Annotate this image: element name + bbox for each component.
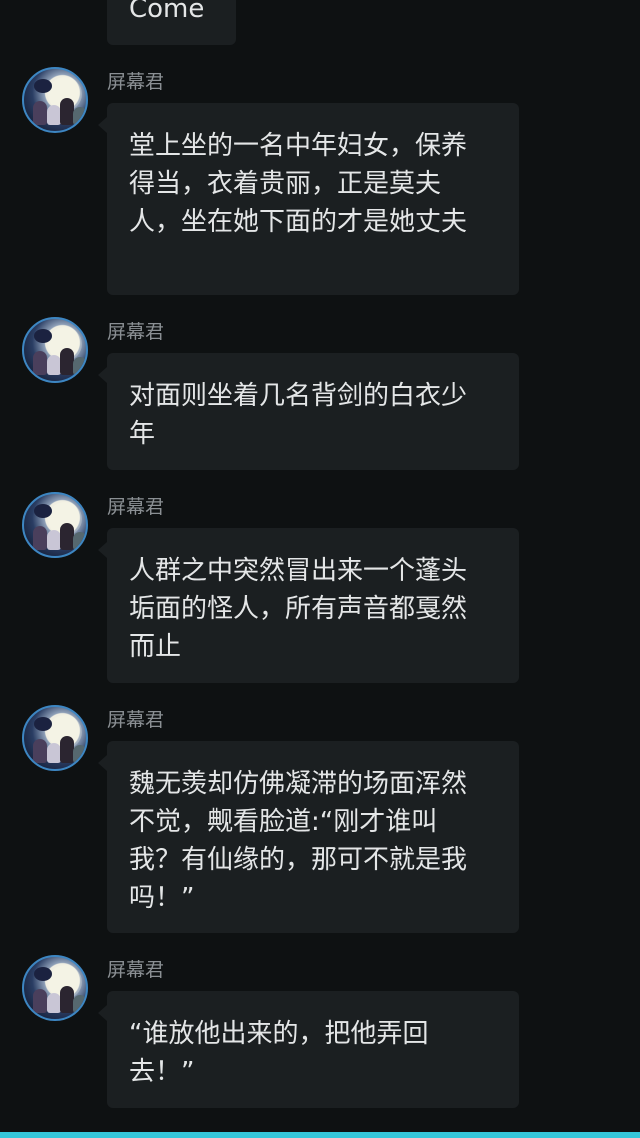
message-bubble[interactable]: 魏无羡却仿佛凝滞的场面浑然不觉，觍看脸道:“刚才谁叫我？有仙缘的，那可不就是我吗… bbox=[98, 741, 519, 933]
message-text: 人群之中突然冒出来一个蓬头垢面的怪人，所有声音都戛然而止 bbox=[129, 556, 468, 662]
sender-name: 屏幕君 bbox=[107, 959, 165, 981]
message-bubble[interactable]: 人群之中突然冒出来一个蓬头垢面的怪人，所有声音都戛然而止 bbox=[98, 528, 519, 683]
sender-name: 屏幕君 bbox=[107, 709, 165, 731]
bubble-tail bbox=[98, 1005, 107, 1021]
message-bubble[interactable]: Come bbox=[107, 0, 236, 45]
avatar[interactable] bbox=[22, 317, 88, 383]
sender-name: 屏幕君 bbox=[107, 496, 165, 518]
sender-name: 屏幕君 bbox=[107, 321, 165, 343]
chat-message-list[interactable]: Come 屏幕君 堂上坐的一名中年妇女，保养得当，衣着贵丽，正是莫夫人，坐在她下… bbox=[0, 0, 640, 1132]
bubble-tail bbox=[98, 117, 107, 133]
message-bubble[interactable]: 堂上坐的一名中年妇女，保养得当，衣着贵丽，正是莫夫人，坐在她下面的才是她丈夫 bbox=[98, 103, 519, 295]
message-text: 对面则坐着几名背剑的白衣少年 bbox=[129, 381, 468, 449]
avatar[interactable] bbox=[22, 67, 88, 133]
message-text: 堂上坐的一名中年妇女，保养得当，衣着贵丽，正是莫夫人，坐在她下面的才是她丈夫 bbox=[129, 131, 468, 237]
avatar[interactable] bbox=[22, 955, 88, 1021]
message-text: Come bbox=[129, 0, 205, 24]
bubble-tail bbox=[98, 367, 107, 383]
message-bubble[interactable]: 对面则坐着几名背剑的白衣少年 bbox=[98, 353, 519, 470]
message-bubble[interactable]: “谁放他出来的，把他弄回去！” bbox=[98, 991, 519, 1108]
sender-name: 屏幕君 bbox=[107, 71, 165, 93]
message-text: “谁放他出来的，把他弄回去！” bbox=[129, 1019, 429, 1087]
avatar[interactable] bbox=[22, 492, 88, 558]
avatar[interactable] bbox=[22, 705, 88, 771]
bottom-accent-bar bbox=[0, 1132, 640, 1138]
hair-shape bbox=[34, 79, 52, 93]
message-text: 魏无羡却仿佛凝滞的场面浑然不觉，觍看脸道:“刚才谁叫我？有仙缘的，那可不就是我吗… bbox=[129, 769, 468, 913]
bubble-tail bbox=[98, 755, 107, 771]
bubble-tail bbox=[98, 542, 107, 558]
